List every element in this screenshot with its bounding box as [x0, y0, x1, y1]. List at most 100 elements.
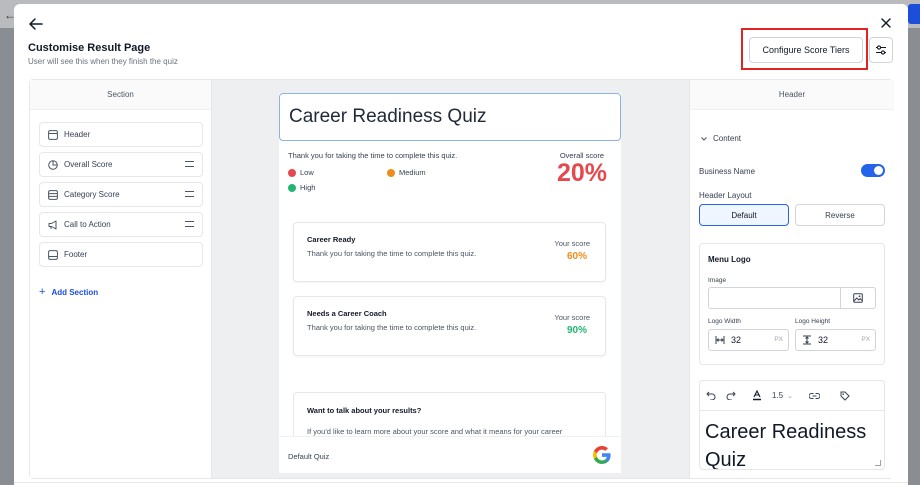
legend-label: High: [300, 183, 316, 192]
section-item-header[interactable]: Header: [39, 122, 203, 147]
cta-title: Want to talk about your results?: [307, 406, 422, 415]
editor-content[interactable]: Career Readiness Quiz: [705, 418, 884, 469]
link-icon[interactable]: [809, 392, 820, 400]
preview-footer: Default Quiz: [279, 436, 621, 473]
business-name-toggle[interactable]: [861, 164, 885, 177]
result-preview-area: Career Readiness Quiz Thank you for taki…: [212, 80, 689, 478]
menu-logo-title: Menu Logo: [708, 255, 751, 264]
plus-icon: +: [39, 286, 46, 298]
drag-handle-icon[interactable]: [185, 221, 194, 227]
sliders-icon: [876, 45, 886, 55]
highlight-box: [741, 28, 868, 70]
card-title: Career Ready: [307, 235, 356, 244]
redo-icon[interactable]: [726, 391, 736, 400]
legend-dot-icon: [387, 168, 395, 177]
resize-handle-icon[interactable]: [875, 460, 881, 466]
header-settings-panel: Header Content Business Name Header Layo…: [689, 80, 894, 478]
card-score-value: 90%: [566, 325, 587, 336]
settings-panel-heading: Header: [690, 80, 894, 110]
content-label: Content: [713, 134, 742, 143]
unit-label: PX: [774, 336, 783, 343]
section-item-label: Call to Action: [64, 220, 111, 229]
menu-logo-group: Menu Logo Image Logo Width Logo Height 3…: [699, 243, 885, 365]
category-score-card[interactable]: Career Ready Thank you for taking the ti…: [293, 222, 606, 282]
add-section-button[interactable]: + Add Section: [39, 286, 98, 298]
logo-height-input[interactable]: 32 PX: [795, 329, 876, 351]
customise-result-modal: Customise Result Page User will see this…: [14, 4, 908, 485]
close-icon[interactable]: [880, 17, 892, 29]
footer-text: Default Quiz: [288, 452, 330, 461]
settings-button[interactable]: [869, 37, 893, 63]
undo-icon[interactable]: [706, 391, 716, 400]
legend-dot-icon: [288, 168, 296, 177]
text-color-icon[interactable]: [752, 390, 762, 401]
back-arrow-icon[interactable]: [28, 16, 44, 32]
image-url-field[interactable]: [708, 287, 841, 309]
google-logo-icon: [593, 446, 611, 464]
modal-title: Customise Result Page: [28, 42, 151, 54]
category-score-card[interactable]: Needs a Career Coach Thank you for takin…: [293, 296, 606, 356]
width-icon: [715, 336, 725, 344]
drag-handle-icon[interactable]: [185, 191, 194, 197]
image-icon: [853, 293, 863, 303]
editor-workspace: Section Header Overall Score Category Sc…: [29, 79, 894, 479]
drag-handle-icon[interactable]: [185, 161, 194, 167]
section-item-label: Header: [64, 130, 91, 139]
logo-height-value: 32: [818, 335, 829, 345]
preview-header-title[interactable]: Career Readiness Quiz: [279, 93, 621, 141]
legend-low: Low: [288, 168, 314, 177]
card-score-label: Your score: [554, 313, 590, 322]
layout-option-reverse[interactable]: Reverse: [795, 204, 885, 226]
section-item-overall-score[interactable]: Overall Score: [39, 152, 203, 177]
overall-score-value: 20%: [556, 159, 607, 187]
modal-subtitle: User will see this when they finish the …: [28, 57, 178, 66]
card-text: Thank you for taking the time to complet…: [307, 249, 477, 258]
section-item-call-to-action[interactable]: Call to Action: [39, 212, 203, 237]
background-button: [908, 4, 920, 24]
logo-width-value: 32: [731, 335, 742, 345]
card-title: Needs a Career Coach: [307, 309, 387, 318]
legend-label: Low: [300, 168, 314, 177]
line-height-value: 1.5: [772, 391, 784, 400]
logo-height-label: Logo Height: [795, 318, 831, 325]
chevron-down-icon: ⌄: [787, 392, 793, 400]
legend-high: High: [288, 183, 315, 192]
legend-dot-icon: [288, 183, 296, 192]
section-item-label: Footer: [64, 250, 88, 259]
legend-medium: Medium: [387, 168, 426, 177]
list-icon: [48, 189, 58, 200]
unit-label: PX: [861, 336, 870, 343]
card-text: Thank you for taking the time to complet…: [307, 323, 477, 332]
editor-toolbar: 1.5 ⌄: [700, 381, 884, 411]
logo-width-label: Logo Width: [708, 318, 741, 325]
section-item-label: Overall Score: [64, 160, 113, 169]
card-score-value: 60%: [566, 251, 587, 262]
legend-label: Medium: [399, 168, 426, 177]
section-item-label: Category Score: [64, 190, 120, 199]
chevron-down-icon: [701, 136, 707, 141]
image-picker-button[interactable]: [841, 287, 876, 309]
header-layout-label: Header Layout: [699, 191, 752, 200]
footer-icon: [48, 249, 58, 260]
cta-text: If you'd like to learn more about your s…: [307, 427, 563, 436]
business-name-label: Business Name: [699, 167, 756, 176]
add-section-label: Add Section: [51, 287, 99, 297]
line-height-select[interactable]: 1.5 ⌄: [772, 391, 793, 400]
result-page-preview: Career Readiness Quiz Thank you for taki…: [279, 93, 621, 473]
tag-icon[interactable]: [840, 391, 850, 401]
pie-chart-icon: [48, 159, 58, 170]
section-panel: Section Header Overall Score Category Sc…: [30, 80, 212, 478]
layout-option-default[interactable]: Default: [699, 204, 789, 226]
section-item-footer[interactable]: Footer: [39, 242, 203, 267]
content-collapse-toggle[interactable]: Content: [700, 134, 741, 143]
section-item-category-score[interactable]: Category Score: [39, 182, 203, 207]
logo-width-input[interactable]: 32 PX: [708, 329, 789, 351]
section-panel-heading: Section: [30, 80, 211, 110]
layout-icon: [48, 129, 58, 140]
height-icon: [803, 335, 811, 345]
image-label: Image: [708, 277, 727, 284]
rich-text-editor[interactable]: 1.5 ⌄ Career Readiness Quiz: [699, 380, 885, 470]
preview-thanks-text: Thank you for taking the time to complet…: [288, 151, 458, 160]
card-score-label: Your score: [554, 239, 590, 248]
megaphone-icon: [48, 220, 57, 229]
